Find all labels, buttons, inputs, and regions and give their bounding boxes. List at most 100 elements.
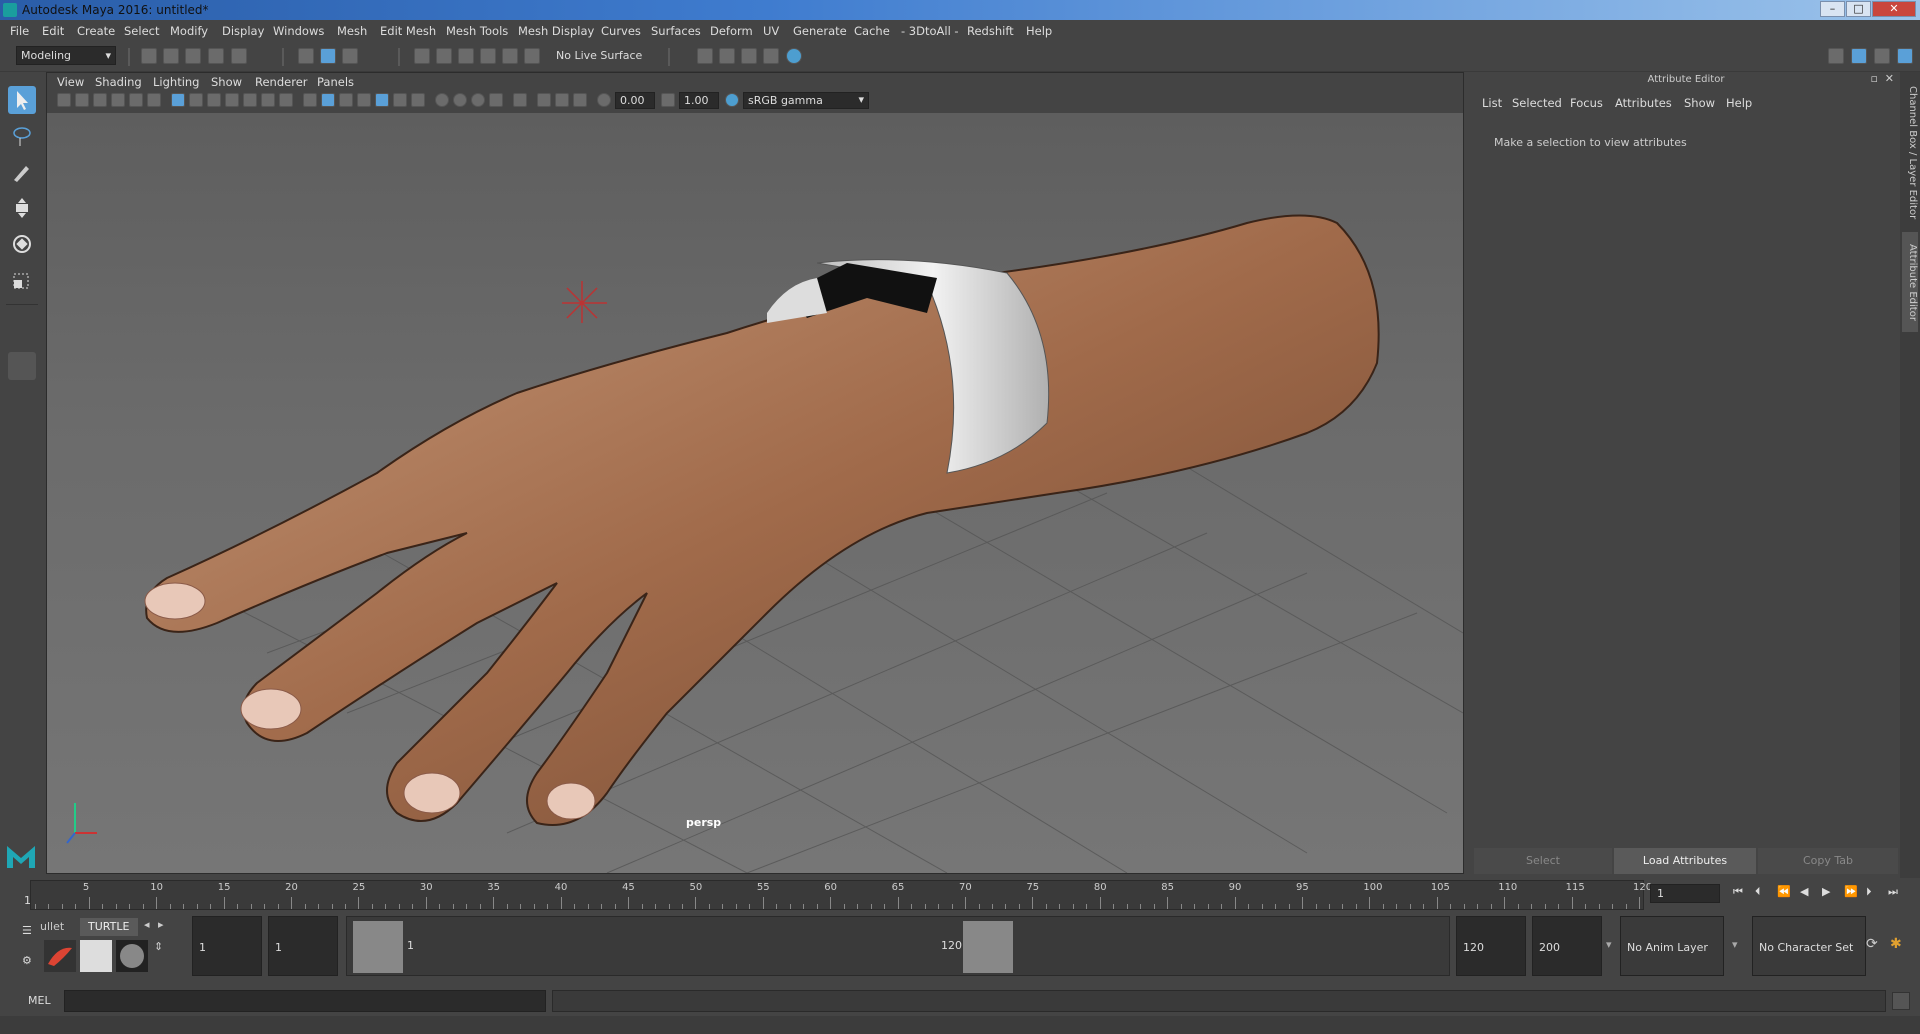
- anim-layer-dropdown[interactable]: No Anim Layer: [1620, 916, 1724, 976]
- ae-menu-help[interactable]: Help: [1726, 96, 1752, 110]
- vp-menu-panels[interactable]: Panels: [317, 75, 354, 89]
- default-material-icon[interactable]: [339, 93, 353, 107]
- character-set-dropdown[interactable]: No Character Set: [1752, 916, 1866, 976]
- ae-menu-show[interactable]: Show: [1684, 96, 1715, 110]
- time-slider[interactable]: 1 5 10 15 20 25 30 35 40 45 50 55 60 65 70 75 80 85 90 95 1…: [0, 878, 1920, 912]
- mode-dropdown[interactable]: Modeling ▾: [16, 46, 116, 65]
- menu-redshift[interactable]: Redshift: [967, 24, 1014, 38]
- exposure-icon[interactable]: [597, 93, 611, 107]
- field-chart-icon[interactable]: [243, 93, 257, 107]
- gamma-icon[interactable]: [661, 93, 675, 107]
- menu-3dtoall[interactable]: - 3DtoAll -: [901, 24, 959, 38]
- shelf-tab-next-icon[interactable]: ▸: [158, 918, 164, 931]
- film-gate-icon[interactable]: [189, 93, 203, 107]
- copy-tab-button[interactable]: Copy Tab: [1758, 848, 1898, 874]
- shelf-tab-bullet[interactable]: ullet: [38, 918, 76, 936]
- motion-blur-icon[interactable]: [453, 93, 467, 107]
- range-start-handle[interactable]: [353, 921, 403, 973]
- step-back-key-icon[interactable]: ⏴: [1755, 885, 1761, 899]
- redo-icon[interactable]: [231, 48, 247, 64]
- select-by-hierarchy-icon[interactable]: [298, 48, 314, 64]
- screen-space-ao-icon[interactable]: [435, 93, 449, 107]
- ipr-render-icon[interactable]: [741, 48, 757, 64]
- menu-mesh-display[interactable]: Mesh Display: [518, 24, 594, 38]
- turtle-render-icon[interactable]: [44, 940, 76, 972]
- menu-edit[interactable]: Edit: [42, 24, 64, 38]
- outliner-toggle-icon[interactable]: [1874, 48, 1890, 64]
- gamma-field[interactable]: 1.00: [679, 92, 719, 109]
- vp-menu-lighting[interactable]: Lighting: [153, 75, 199, 89]
- make-live-icon[interactable]: [524, 48, 540, 64]
- maximize-button[interactable]: □: [1846, 1, 1871, 17]
- step-forward-key-icon[interactable]: ⏵: [1866, 885, 1872, 899]
- four-view-layout-icon[interactable]: [8, 388, 36, 416]
- shadows-icon[interactable]: [411, 93, 425, 107]
- menu-windows[interactable]: Windows: [273, 24, 324, 38]
- persp-outliner-layout-icon[interactable]: [8, 424, 36, 452]
- menu-uv[interactable]: UV: [763, 24, 779, 38]
- menu-curves[interactable]: Curves: [601, 24, 641, 38]
- vp-menu-show[interactable]: Show: [211, 75, 242, 89]
- auto-key-icon[interactable]: ⟳: [1866, 936, 1878, 952]
- scale-tool-icon[interactable]: [8, 266, 36, 294]
- step-back-frame-icon[interactable]: ⏪: [1777, 885, 1791, 898]
- wireframe-on-shaded-icon[interactable]: [357, 93, 371, 107]
- select-by-object-icon[interactable]: [320, 48, 336, 64]
- menu-display[interactable]: Display: [222, 24, 264, 38]
- xray-icon[interactable]: [537, 93, 551, 107]
- select-by-component-icon[interactable]: [342, 48, 358, 64]
- grid-icon[interactable]: [171, 93, 185, 107]
- shelf-scroll-icon[interactable]: ⇕: [154, 940, 163, 953]
- load-attributes-button[interactable]: Load Attributes: [1614, 848, 1756, 874]
- close-panel-icon[interactable]: ✕: [1885, 72, 1894, 85]
- menu-create[interactable]: Create: [77, 24, 115, 38]
- xray-active-components-icon[interactable]: [555, 93, 569, 107]
- lasso-tool-icon[interactable]: [8, 122, 36, 150]
- resolution-gate-icon[interactable]: [207, 93, 221, 107]
- playback-end-field[interactable]: 120: [1456, 916, 1526, 976]
- start-time-field[interactable]: 1: [192, 916, 262, 976]
- menu-generate[interactable]: Generate: [793, 24, 847, 38]
- ae-menu-list[interactable]: List: [1482, 96, 1502, 110]
- menu-surfaces[interactable]: Surfaces: [651, 24, 701, 38]
- viewport-panel[interactable]: View Shading Lighting Show Renderer Pane…: [46, 72, 1464, 874]
- menu-edit-mesh[interactable]: Edit Mesh: [380, 24, 436, 38]
- undo-icon[interactable]: [208, 48, 224, 64]
- isolate-select-icon[interactable]: [513, 93, 527, 107]
- shelf-menu-icon[interactable]: ☰: [22, 924, 32, 937]
- current-frame-field[interactable]: 1: [1650, 884, 1720, 903]
- custom-layout-icon[interactable]: [12, 568, 32, 596]
- safe-action-icon[interactable]: [261, 93, 275, 107]
- exposure-field[interactable]: 0.00: [615, 92, 655, 109]
- turtle-settings-icon[interactable]: [80, 940, 112, 972]
- render-frame-icon[interactable]: [763, 48, 779, 64]
- color-management-icon[interactable]: [725, 93, 739, 107]
- new-scene-icon[interactable]: [141, 48, 157, 64]
- vp-menu-shading[interactable]: Shading: [95, 75, 142, 89]
- play-forwards-icon[interactable]: ▶: [1822, 885, 1830, 898]
- range-slider-track[interactable]: 1 120: [346, 916, 1450, 976]
- vp-menu-renderer[interactable]: Renderer: [255, 75, 308, 89]
- shelf-gear-icon[interactable]: ⚙: [22, 954, 32, 967]
- anti-aliasing-icon[interactable]: [471, 93, 485, 107]
- play-backwards-icon[interactable]: ◀: [1800, 885, 1808, 898]
- wireframe-icon[interactable]: [303, 93, 317, 107]
- end-time-field[interactable]: 200: [1532, 916, 1602, 976]
- float-panel-icon[interactable]: ▫: [1871, 72, 1878, 85]
- tab-channel-box[interactable]: Channel Box / Layer Editor: [1902, 78, 1918, 228]
- gate-mask-icon[interactable]: [225, 93, 239, 107]
- maya-home-icon[interactable]: [4, 840, 38, 872]
- time-slider-track[interactable]: 5 10 15 20 25 30 35 40 45 50 55 60 65 70 75 80 85 90 95 100…: [30, 880, 1652, 910]
- persp-hypershade-layout-icon[interactable]: [8, 496, 36, 524]
- menu-mesh-tools[interactable]: Mesh Tools: [446, 24, 508, 38]
- menu-help[interactable]: Help: [1026, 24, 1052, 38]
- camera-attributes-icon[interactable]: [75, 93, 89, 107]
- rotate-tool-icon[interactable]: [8, 230, 36, 258]
- color-space-dropdown[interactable]: sRGB gamma ▾: [743, 92, 869, 109]
- save-scene-icon[interactable]: [185, 48, 201, 64]
- 2d-pan-zoom-icon[interactable]: [129, 93, 143, 107]
- channel-box-toggle-icon[interactable]: [1897, 48, 1913, 64]
- animation-preferences-icon[interactable]: ✱: [1890, 936, 1902, 952]
- xray-joints-icon[interactable]: [573, 93, 587, 107]
- shelf-tab-turtle[interactable]: TURTLE: [80, 918, 138, 936]
